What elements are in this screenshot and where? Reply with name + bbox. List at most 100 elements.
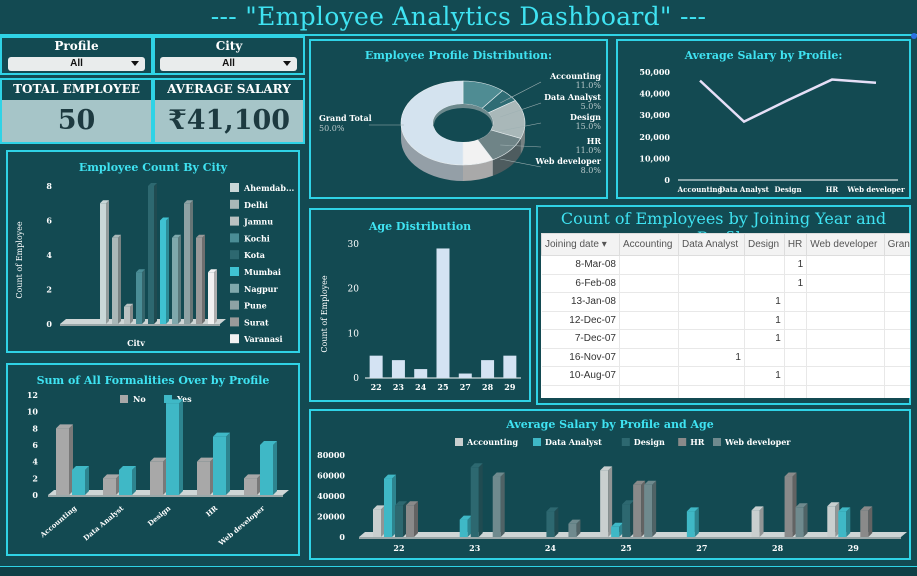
count-cell	[619, 255, 679, 275]
legend-label: Accounting	[466, 437, 518, 447]
table-row[interactable]: 6-Feb-08 1	[541, 274, 910, 293]
count-cell	[884, 255, 910, 275]
pie-percent: 50.0%	[319, 124, 345, 133]
y-tick-label: 50,000	[639, 67, 670, 77]
bar-yes-side	[85, 466, 89, 495]
column-header[interactable]: Accounting	[619, 233, 679, 256]
profile-dropdown-value: All	[70, 58, 83, 69]
legend-swatch	[230, 216, 239, 226]
count-cell	[884, 329, 910, 349]
y-tick-label: 80000	[317, 450, 345, 460]
resize-handle-icon[interactable]	[911, 33, 917, 39]
bar-yes	[72, 470, 85, 495]
bar-mumbai	[160, 220, 166, 324]
profile-distribution-panel: Employee Profile Distribution: Accountin…	[309, 39, 608, 199]
pie-label: Grand Total	[319, 113, 372, 123]
table-row[interactable]: 16-Nov-07 1	[541, 348, 910, 367]
profile-dropdown[interactable]: All	[8, 57, 145, 71]
bar-yes	[260, 445, 273, 495]
x-tick-label: 23	[469, 543, 481, 553]
count-cell	[806, 366, 885, 386]
joining-date-cell: 8-Mar-08	[541, 255, 620, 275]
column-header[interactable]: Web developer	[806, 233, 885, 256]
count-cell	[744, 348, 785, 367]
column-header[interactable]: Design	[743, 233, 785, 256]
x-tick-label: Web developer	[216, 503, 267, 548]
column-header[interactable]: Grand	[883, 233, 910, 256]
salary-line-panel: Average Salary by Profile: 0 10,000 20,000…	[616, 39, 911, 199]
table-row[interactable]: 13-Jan-08 1	[541, 292, 910, 312]
legend-label: Surat	[244, 317, 269, 327]
table-row[interactable]: 10-Aug-07 1	[541, 366, 910, 386]
empty-cell	[678, 385, 745, 398]
count-cell	[744, 274, 785, 293]
y-tick-label: 8	[32, 423, 38, 433]
table-row[interactable]: 12-Dec-07 1	[541, 311, 910, 330]
city-chart-title: Employee Count By City	[78, 161, 228, 174]
pie-percent: 5.0%	[581, 102, 602, 111]
x-axis-label: City	[127, 338, 145, 346]
bar-yes-side	[179, 399, 183, 495]
column-header[interactable]: Data Analyst	[678, 233, 745, 256]
bar-yes	[213, 436, 226, 495]
x-tick-label: 25	[621, 543, 632, 553]
column-header[interactable]: HR	[783, 233, 808, 256]
count-cell	[678, 274, 745, 293]
count-cell: 1	[744, 311, 785, 330]
bar-nagpur	[172, 237, 178, 324]
total-employee-kpi: TOTAL EMPLOYEE 50	[0, 78, 153, 144]
table-row[interactable]: 7-Dec-07 1	[541, 329, 910, 349]
x-tick-label: HR	[826, 185, 839, 194]
salary-age-panel: Average Salary by Profile and Age 0 20000…	[309, 409, 911, 560]
empty-cell	[884, 385, 910, 398]
column-header[interactable]: Joining date ▾	[541, 233, 620, 256]
age-chart: 0 10 20 30 Count of Employee 22 23 24 25 27 28 29	[320, 240, 521, 392]
bar-webdeveloper-side	[500, 472, 505, 537]
chevron-down-icon	[283, 61, 291, 66]
x-tick-label: 23	[393, 382, 405, 392]
bar-webdeveloper	[568, 523, 577, 537]
average-salary-label: AVERAGE SALARY	[167, 82, 291, 96]
x-tick-label: 28	[482, 382, 494, 392]
bar-kota	[148, 186, 154, 324]
joining-date-cell: 7-Dec-07	[541, 329, 620, 349]
bar-no	[103, 478, 116, 495]
bar-dataanalyst-side	[846, 507, 851, 537]
count-cell	[784, 292, 808, 312]
count-cell	[884, 274, 910, 293]
bar-mumbai-side	[166, 217, 169, 324]
bar-webdeveloper	[795, 507, 804, 537]
legend-swatch	[455, 438, 463, 446]
legend-swatch	[678, 438, 687, 446]
x-tick-label: 24	[545, 543, 557, 553]
legend-swatch	[713, 438, 721, 446]
count-cell	[806, 255, 885, 275]
bar-no	[244, 478, 257, 495]
count-cell	[619, 366, 679, 386]
bar-delhi	[112, 237, 118, 324]
bar-pune	[184, 203, 190, 324]
table-row[interactable]: 8-Mar-08 1	[541, 255, 910, 275]
age-bar-28	[481, 360, 495, 378]
legend-label: Data Analyst	[545, 437, 602, 447]
empty-cell	[619, 385, 679, 398]
sort-down-icon[interactable]: ▾	[602, 239, 607, 250]
city-dropdown[interactable]: All	[160, 57, 297, 71]
legend-swatch	[230, 300, 239, 310]
donut-hole	[434, 108, 492, 142]
y-axis-label: Count of Employee	[320, 275, 329, 352]
bar-accounting	[373, 509, 381, 537]
legend-swatch	[230, 283, 239, 293]
y-tick-label: 4	[46, 250, 52, 260]
table-row	[541, 385, 910, 398]
count-cell: 1	[784, 255, 808, 275]
x-tick-label: 25	[437, 382, 448, 392]
average-salary-value: ₹41,100	[155, 100, 303, 142]
y-tick-label: 0	[46, 319, 52, 329]
x-tick-label: 27	[696, 543, 707, 553]
y-tick-label: 20000	[317, 512, 345, 522]
joining-table[interactable]: Joining date ▾ Accounting Data Analyst D…	[541, 233, 910, 398]
y-tick-label: 2	[32, 473, 38, 483]
pie-label: Web developer	[535, 156, 602, 166]
legend-label: Design	[634, 437, 665, 447]
